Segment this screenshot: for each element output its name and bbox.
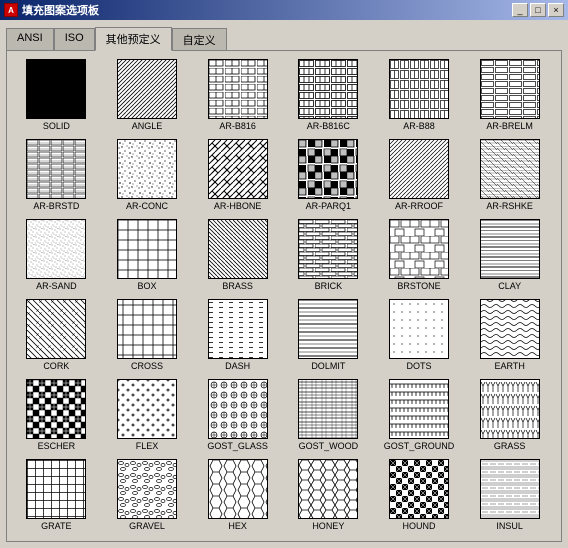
- window-title: 填充图案选项板: [22, 2, 99, 18]
- maximize-button[interactable]: □: [530, 3, 546, 17]
- minimize-button[interactable]: _: [512, 3, 528, 17]
- tab-iso[interactable]: ISO: [54, 28, 95, 52]
- tab-ansi[interactable]: ANSI: [6, 28, 54, 52]
- pattern-insul[interactable]: INSUL: [464, 455, 555, 535]
- pattern-arconc[interactable]: AR-CONC: [102, 135, 193, 215]
- pattern-dots[interactable]: DOTS: [374, 295, 465, 375]
- pattern-line6[interactable]: [464, 535, 555, 537]
- tab-custom[interactable]: 自定义: [172, 28, 227, 52]
- pattern-cross[interactable]: CROSS: [102, 295, 193, 375]
- pattern-arsand[interactable]: AR-SAND: [11, 215, 102, 295]
- title-bar-left: A 填充图案选项板: [4, 2, 99, 18]
- pattern-grass[interactable]: GRASS: [464, 375, 555, 455]
- tab-other[interactable]: 其他预定义: [95, 27, 172, 51]
- app-icon: A: [4, 3, 18, 17]
- pattern-arb88[interactable]: AR-B88: [374, 55, 465, 135]
- pattern-arb816c[interactable]: AR-B816C: [283, 55, 374, 135]
- title-bar: A 填充图案选项板 _ □ ×: [0, 0, 568, 20]
- pattern-box[interactable]: BOX: [102, 215, 193, 295]
- pattern-arbrelm[interactable]: AR-BRELM: [464, 55, 555, 135]
- pattern-hound[interactable]: HOUND: [374, 455, 465, 535]
- pattern-dolmit[interactable]: DOLMIT: [283, 295, 374, 375]
- pattern-cork[interactable]: CORK: [11, 295, 102, 375]
- pattern-line5[interactable]: [374, 535, 465, 537]
- pattern-line4[interactable]: [283, 535, 374, 537]
- pattern-arparq1[interactable]: AR-PARQ1: [283, 135, 374, 215]
- pattern-earth[interactable]: EARTH: [464, 295, 555, 375]
- pattern-hex[interactable]: HEX: [192, 455, 283, 535]
- pattern-gost-wood[interactable]: GOST_WOOD: [283, 375, 374, 455]
- pattern-solid[interactable]: SOLID: [11, 55, 102, 135]
- pattern-arbrstd[interactable]: AR-BRSTD: [11, 135, 102, 215]
- tab-bar: ANSI ISO 其他预定义 自定义: [6, 26, 562, 50]
- pattern-arrshke[interactable]: AR-RSHKE: [464, 135, 555, 215]
- close-button[interactable]: ×: [548, 3, 564, 17]
- pattern-dash[interactable]: DASH: [192, 295, 283, 375]
- pattern-escher[interactable]: ESCHER: [11, 375, 102, 455]
- pattern-clay[interactable]: CLAY: [464, 215, 555, 295]
- pattern-gost-glass[interactable]: GOST_GLASS: [192, 375, 283, 455]
- pattern-brick[interactable]: BRICK: [283, 215, 374, 295]
- pattern-line1[interactable]: [11, 535, 102, 537]
- dialog-body: ANSI ISO 其他预定义 自定义 SOLID: [0, 20, 568, 548]
- pattern-gost-ground[interactable]: GOST_GROUND: [374, 375, 465, 455]
- pattern-angle[interactable]: ANGLE: [102, 55, 193, 135]
- pattern-arb816[interactable]: AR-B816: [192, 55, 283, 135]
- pattern-grate[interactable]: GRATE: [11, 455, 102, 535]
- pattern-honey[interactable]: HONEY: [283, 455, 374, 535]
- tab-content: SOLID ANGLE: [6, 50, 562, 542]
- pattern-arhbone[interactable]: AR-HBONE: [192, 135, 283, 215]
- pattern-line3[interactable]: [192, 535, 283, 537]
- pattern-gravel[interactable]: GRAVEL: [102, 455, 193, 535]
- pattern-flex[interactable]: FLEX: [102, 375, 193, 455]
- pattern-line2[interactable]: [102, 535, 193, 537]
- pattern-arroof[interactable]: AR-RROOF: [374, 135, 465, 215]
- pattern-brstone[interactable]: BRSTONE: [374, 215, 465, 295]
- pattern-brass[interactable]: BRASS: [192, 215, 283, 295]
- title-bar-buttons[interactable]: _ □ ×: [512, 3, 564, 17]
- pattern-grid: SOLID ANGLE: [11, 55, 557, 537]
